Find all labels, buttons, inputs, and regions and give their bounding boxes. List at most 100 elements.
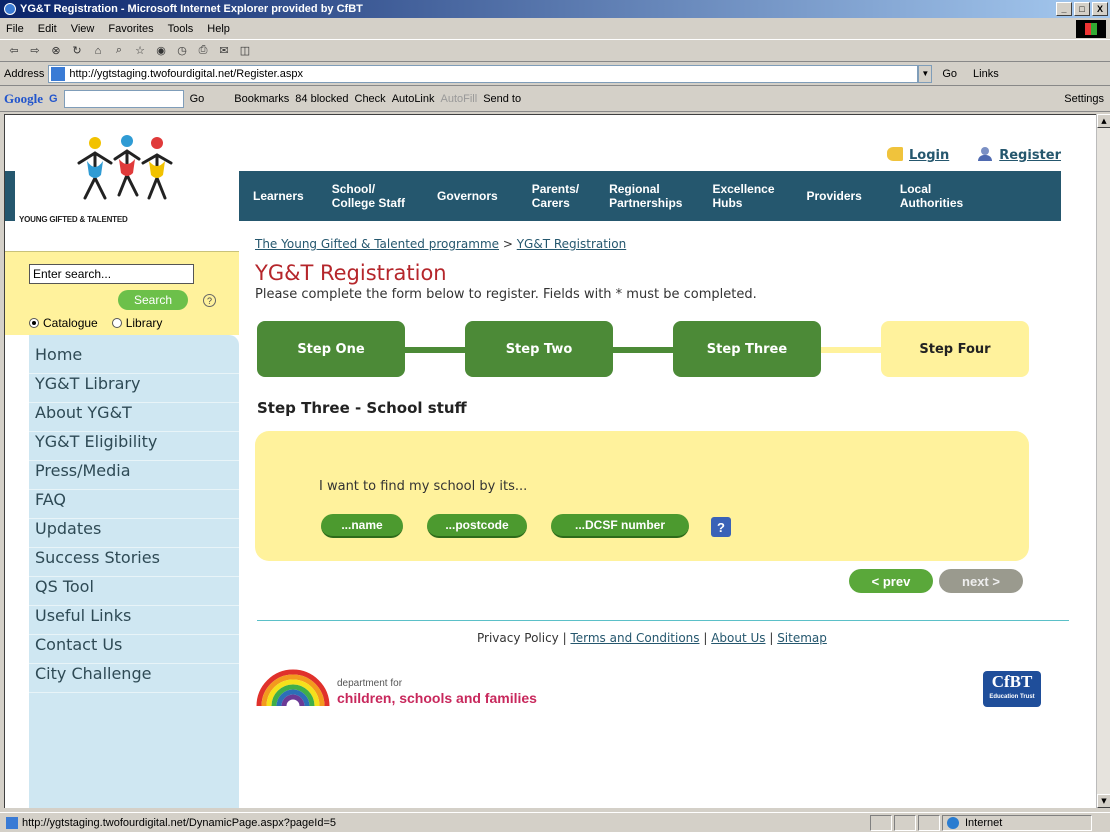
step-two: Step Two [465,321,613,377]
page-icon [51,66,66,81]
stop-icon[interactable]: ⊗ [48,43,64,59]
help-question-icon[interactable]: ? [711,517,731,537]
favorites-icon[interactable]: ☆ [132,43,148,59]
next-button[interactable]: next > [939,569,1023,593]
radio-unselected-icon [111,318,122,328]
privacy-link[interactable]: Privacy Policy [477,631,559,645]
nav-parents[interactable]: Parents/Carers [512,182,593,210]
site-search-input[interactable]: Enter search... [29,264,194,284]
menu-view[interactable]: View [71,23,95,35]
google-toolbar: Google G Go Bookmarks 84 blocked Check A… [0,86,1110,112]
status-cell [894,815,916,831]
address-dropdown-icon[interactable]: ▼ [918,64,933,83]
search-help-icon[interactable]: ? [203,294,216,307]
close-button[interactable]: X [1092,2,1108,16]
prev-button[interactable]: < prev [849,569,933,593]
find-by-postcode-button[interactable]: ...postcode [427,514,527,538]
go-button[interactable]: Go [942,68,957,80]
status-bar: http://ygtstaging.twofourdigital.net/Dyn… [0,812,1110,832]
radio-library[interactable]: Library [111,316,162,330]
dcsf-rainbow-logo-icon[interactable] [255,668,331,706]
nav-regional[interactable]: Regional Partnerships [593,182,696,210]
popup-blocked-button[interactable]: 84 blocked [295,93,348,105]
menu-help[interactable]: Help [207,23,230,35]
sidebar-item-updates[interactable]: Updates [29,519,239,548]
footer-links: Privacy Policy | Terms and Conditions | … [477,631,827,645]
google-search-input[interactable] [63,89,184,108]
nav-governors[interactable]: Governors [419,189,512,203]
breadcrumb-home-link[interactable]: The Young Gifted & Talented programme [255,237,499,251]
media-icon[interactable]: ◉ [153,43,169,59]
spellcheck-button[interactable]: Check [355,93,386,105]
minimize-button[interactable]: _ [1056,2,1072,16]
address-input[interactable]: http://ygtstaging.twofourdigital.net/Reg… [48,64,919,83]
windows-logo-icon [1076,20,1106,38]
search-panel: Enter search... Search ? Catalogue Libra… [5,251,239,335]
sidebar-item-home[interactable]: Home [29,345,239,374]
menu-tools[interactable]: Tools [168,23,194,35]
google-g-button[interactable]: G [49,93,58,105]
forward-icon[interactable]: ⇨ [27,43,43,59]
refresh-icon[interactable]: ↻ [69,43,85,59]
radio-catalogue[interactable]: Catalogue [29,316,98,330]
login-link[interactable]: Login [887,147,949,163]
home-icon[interactable]: ⌂ [90,43,106,59]
scroll-down-icon[interactable]: ▼ [1097,794,1110,808]
radio-selected-icon [29,318,39,328]
menu-file[interactable]: File [6,23,24,35]
browser-window: YG&T Registration - Microsoft Internet E… [0,0,1110,832]
window-icon[interactable]: ◫ [237,43,253,59]
autofill-button[interactable]: AutoFill [441,93,478,105]
links-button[interactable]: Links [973,68,999,80]
sidebar-item-city-challenge[interactable]: City Challenge [29,664,239,693]
autolink-button[interactable]: AutoLink [392,93,435,105]
history-icon[interactable]: ◷ [174,43,190,59]
sidebar-item-library[interactable]: YG&T Library [29,374,239,403]
breadcrumb-current-link[interactable]: YG&T Registration [517,237,627,251]
title-bar: YG&T Registration - Microsoft Internet E… [0,0,1110,18]
nav-local-authorities[interactable]: Local Authorities [876,182,977,210]
google-bookmarks-button[interactable]: Bookmarks [234,93,289,105]
logo-area: YOUNG GIFTED & TALENTED [5,115,239,250]
logo-text: YOUNG GIFTED & TALENTED [19,215,128,224]
register-link[interactable]: Register [977,147,1061,163]
sidebar-item-contact[interactable]: Contact Us [29,635,239,664]
search-scope: Catalogue Library [29,316,162,330]
vertical-scrollbar[interactable]: ▲ ▼ [1096,114,1110,808]
find-by-name-button[interactable]: ...name [321,514,403,538]
address-label: Address [4,67,45,80]
terms-link[interactable]: Terms and Conditions [570,631,699,645]
step-progress: Step One Step Two Step Three Step Four [257,321,1037,377]
find-by-dcsf-button[interactable]: ...DCSF number [551,514,689,538]
google-settings-button[interactable]: Settings [1064,93,1104,105]
about-link[interactable]: About Us [711,631,765,645]
nav-learners[interactable]: Learners [239,189,318,203]
find-school-prompt: I want to find my school by its... [319,479,528,494]
sidebar-item-press[interactable]: Press/Media [29,461,239,490]
key-icon [887,147,903,161]
search-icon[interactable]: ⌕ [111,43,127,59]
maximize-button[interactable]: □ [1074,2,1090,16]
sidebar-item-eligibility[interactable]: YG&T Eligibility [29,432,239,461]
nav-school-staff[interactable]: School/College Staff [318,182,419,210]
menu-edit[interactable]: Edit [38,23,57,35]
google-go-button[interactable]: Go [190,93,205,105]
scroll-up-icon[interactable]: ▲ [1097,114,1110,128]
window-title: YG&T Registration - Microsoft Internet E… [20,3,363,15]
search-button[interactable]: Search [118,290,188,310]
cfbt-logo[interactable]: CfBT Education Trust [983,671,1041,707]
nav-providers[interactable]: Providers [789,189,876,203]
messenger-icon[interactable]: ✉ [216,43,232,59]
sidebar-item-about[interactable]: About YG&T [29,403,239,432]
sendto-button[interactable]: Send to [483,93,521,105]
menu-favorites[interactable]: Favorites [108,23,153,35]
sidebar-item-qs-tool[interactable]: QS Tool [29,577,239,606]
print-icon[interactable]: ⎙ [195,43,211,59]
sidebar-item-useful-links[interactable]: Useful Links [29,606,239,635]
back-icon[interactable]: ⇦ [6,43,22,59]
sitemap-link[interactable]: Sitemap [777,631,827,645]
nav-excellence-hubs[interactable]: Excellence Hubs [696,182,788,210]
ygt-logo-icon[interactable] [67,123,177,208]
sidebar-item-faq[interactable]: FAQ [29,490,239,519]
sidebar-item-success-stories[interactable]: Success Stories [29,548,239,577]
